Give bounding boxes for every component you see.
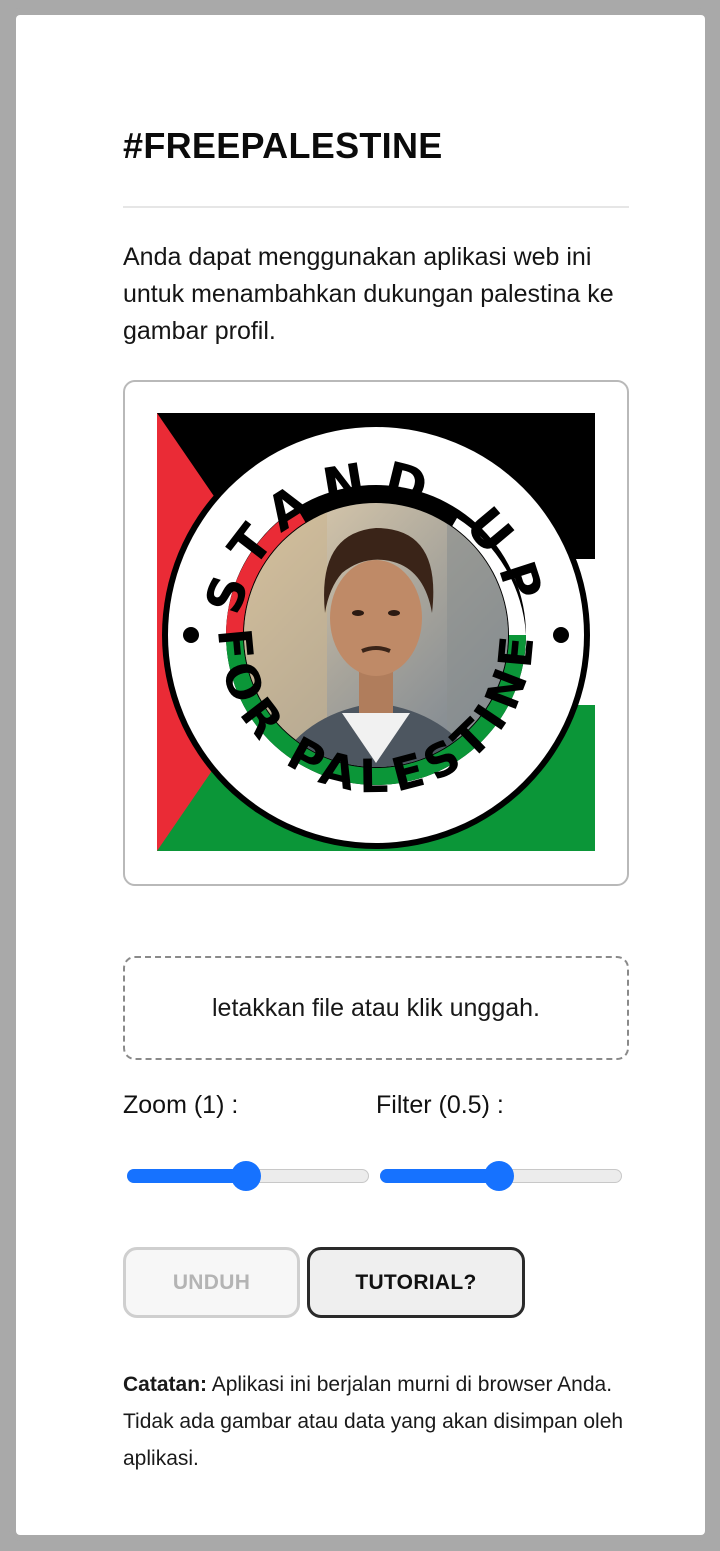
filter-slider-thumb[interactable] — [484, 1161, 514, 1191]
intro-text: Anda dapat menggunakan aplikasi web ini … — [123, 243, 614, 345]
dropzone-label: letakkan file atau klik unggah. — [212, 993, 540, 1022]
badge-dot-left — [183, 627, 199, 643]
filter-slider[interactable] — [376, 1161, 622, 1191]
zoom-label: Zoom (1) : — [123, 1091, 239, 1119]
filter-slider-fill — [380, 1169, 499, 1183]
tutorial-button[interactable]: TUTORIAL? — [307, 1247, 525, 1318]
note-label: Catatan: — [123, 1373, 208, 1396]
zoom-slider-thumb[interactable] — [231, 1161, 261, 1191]
page-title: #FREEPALESTINE — [123, 125, 443, 166]
zoom-slider[interactable] — [123, 1161, 369, 1191]
title-divider — [123, 206, 629, 208]
profile-preview-image: STAND UP FOR PALESTINE — [157, 413, 595, 851]
app-card: #FREEPALESTINE Anda dapat menggunakan ap… — [16, 15, 705, 1535]
zoom-slider-fill — [127, 1169, 246, 1183]
download-button[interactable]: UNDUH — [123, 1247, 300, 1318]
privacy-note: Catatan: Aplikasi ini berjalan murni di … — [123, 1366, 629, 1477]
badge-dot-right — [553, 627, 569, 643]
preview-canvas: STAND UP FOR PALESTINE — [123, 380, 629, 886]
file-upload-dropzone[interactable]: letakkan file atau klik unggah. — [123, 956, 629, 1060]
filter-label: Filter (0.5) : — [376, 1091, 504, 1119]
